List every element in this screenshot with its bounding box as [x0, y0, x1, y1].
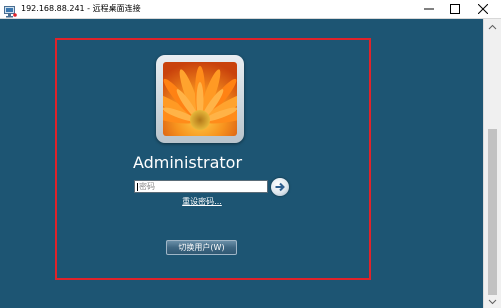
maximize-button[interactable] [443, 0, 467, 18]
submit-login-button[interactable] [271, 178, 289, 196]
reset-password-link[interactable]: 重设密码... [179, 197, 225, 207]
close-icon [478, 4, 488, 14]
password-placeholder: 密码 [139, 182, 155, 191]
minimize-button[interactable] [417, 0, 441, 18]
username-label: Administrator [132, 153, 243, 172]
user-avatar [156, 55, 244, 143]
arrow-right-icon [275, 182, 285, 192]
window-title: 192.168.88.241 - 远程桌面连接 [21, 4, 141, 13]
vertical-scrollbar[interactable] [483, 19, 501, 308]
remote-desktop-icon [4, 3, 17, 18]
maximize-icon [450, 4, 460, 14]
minimize-icon [424, 8, 434, 10]
flower-avatar-icon [163, 62, 237, 136]
scroll-up-arrow-icon[interactable] [488, 24, 497, 30]
scrollbar-thumb[interactable] [488, 129, 497, 295]
close-button[interactable] [471, 0, 495, 18]
password-input[interactable]: 密码 [134, 180, 268, 193]
scroll-down-arrow-icon[interactable] [488, 299, 497, 305]
text-caret [137, 183, 138, 191]
switch-user-button[interactable]: 切换用户(W) [166, 240, 237, 255]
title-bar[interactable]: 192.168.88.241 - 远程桌面连接 [0, 0, 501, 19]
